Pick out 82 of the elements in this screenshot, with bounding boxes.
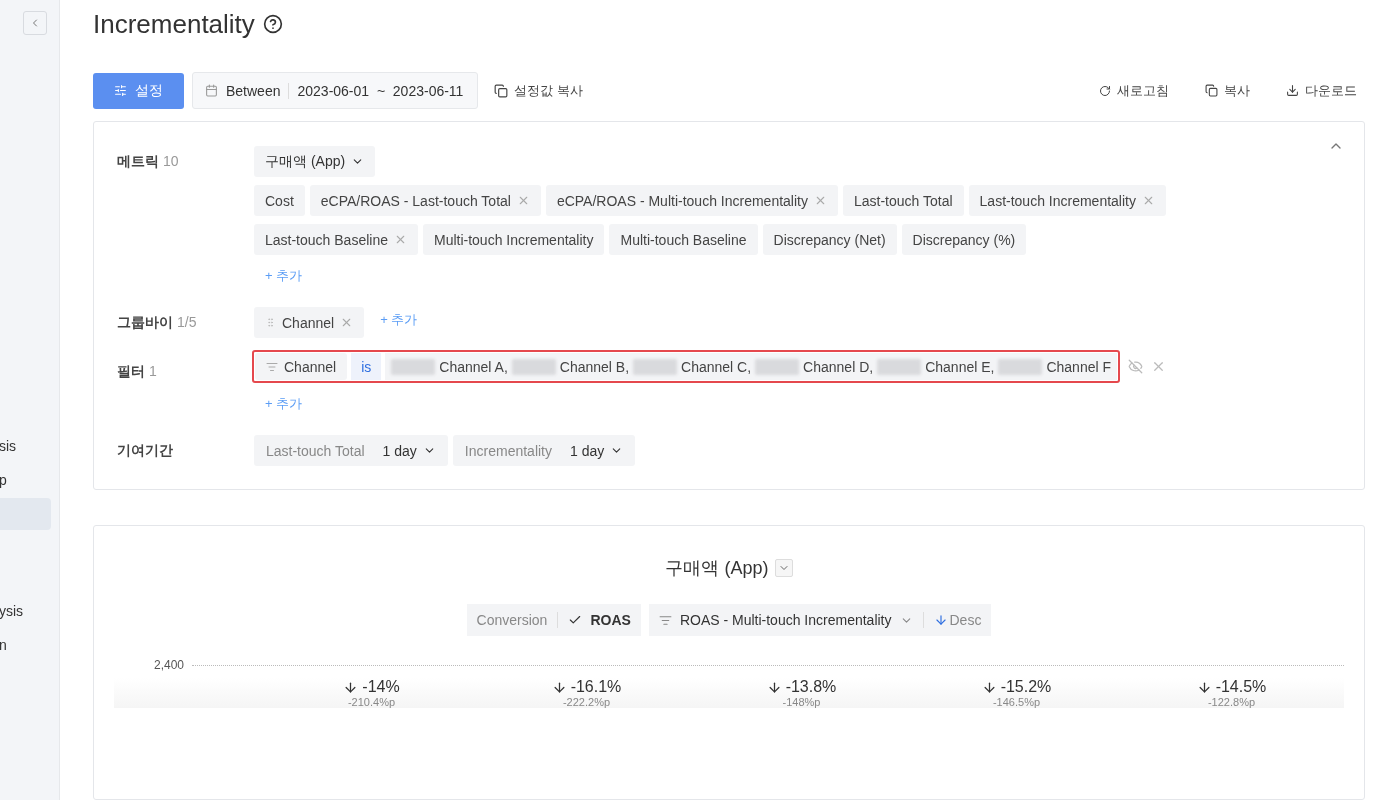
download-icon [1286, 84, 1299, 97]
filter-value: Channel D, [803, 358, 874, 375]
sliders-icon [114, 84, 127, 97]
row-label: 기여기간 [117, 442, 173, 460]
arrow-down-icon [343, 679, 359, 695]
sidebar-item[interactable]: sis [0, 430, 51, 462]
sidebar-item[interactable]: p [0, 464, 51, 496]
metric-chip[interactable]: Discrepancy (%) [901, 224, 1027, 255]
date-range: 2023-06-01 ~ 2023-06-11 [297, 82, 464, 99]
check-icon [568, 613, 583, 627]
metric-chip[interactable]: Multi-touch Baseline [609, 224, 758, 255]
window-dropdown[interactable]: Incrementality 1 day [452, 435, 636, 466]
chart-title: 구매액 (App) [665, 557, 769, 580]
page-title: Incrementality [93, 8, 255, 40]
redacted-block [633, 358, 678, 375]
mode-option[interactable]: ROAS [568, 612, 631, 628]
filter-icon [266, 360, 278, 373]
metric-chip[interactable]: eCPA/ROAS - Last-touch Total [309, 185, 541, 216]
date-range-field[interactable]: Between 2023-06-01 ~ 2023-06-11 [192, 72, 479, 109]
change-label: -14% [343, 678, 400, 696]
change-label: -13.8% [766, 678, 837, 696]
change-label: -14.5% [1196, 678, 1267, 696]
change-label: -15.2% [981, 678, 1052, 696]
redacted-block [755, 358, 800, 375]
y-tick-label: 2,400 [152, 658, 184, 672]
metric-chip[interactable]: eCPA/ROAS - Multi-touch Incrementality [545, 185, 838, 216]
sort-dropdown[interactable]: ROAS - Multi-touch Incrementality [658, 612, 913, 628]
sidebar-item[interactable]: n [0, 629, 51, 661]
filter-value: Channel E, [925, 358, 995, 375]
chart-dropdown[interactable] [774, 559, 793, 577]
date-operator: Between [226, 82, 281, 99]
metric-chip[interactable]: Last-touch Total [842, 185, 964, 216]
filter-operator[interactable]: is [351, 353, 382, 380]
row-count: 10 [163, 153, 179, 169]
arrow-down-icon [766, 679, 782, 695]
diff-label: -122.8%p [1207, 696, 1256, 708]
sort-icon [658, 613, 672, 627]
calendar-icon [205, 84, 218, 97]
filter-value: Channel C, [681, 358, 752, 375]
arrow-down-icon [933, 613, 948, 627]
copy-icon [1205, 84, 1218, 97]
row-count: 1 [149, 363, 157, 379]
diff-label: -222.2%p [562, 696, 611, 708]
redacted-block [998, 358, 1043, 375]
row-label: 메트릭 [117, 153, 159, 171]
filter-field[interactable]: Channel [255, 353, 348, 380]
redacted-block [391, 358, 436, 375]
redacted-block [511, 358, 556, 375]
refresh-icon [1099, 84, 1111, 97]
row-count: 1/5 [177, 314, 197, 330]
filter-condition[interactable]: Channel is Channel A, Channel B, Channel C, Channel D, Channel E, Channel F [252, 350, 1121, 383]
download-button[interactable]: 다운로드 [1278, 81, 1365, 100]
arrow-down-icon [1196, 679, 1212, 695]
metric-chip[interactable]: Last-touch Baseline [254, 224, 418, 255]
filter-value: Channel F [1046, 358, 1112, 375]
diff-label: -210.4%p [347, 696, 396, 708]
row-label: 필터 [117, 363, 145, 381]
copy-button[interactable]: 복사 [1197, 81, 1258, 100]
filter-value: Channel A, [439, 358, 508, 375]
window-dropdown[interactable]: Last-touch Total 1 day [254, 435, 448, 466]
filter-value: Channel B, [559, 358, 630, 375]
drag-handle-icon[interactable] [265, 317, 276, 328]
filter-values[interactable]: Channel A, Channel B, Channel C, Channel D, Channel E, Channel F [385, 353, 1118, 380]
redacted-block [877, 358, 922, 375]
change-label: -16.1% [551, 678, 622, 696]
copy-icon [494, 83, 509, 98]
collapse-sidebar-button[interactable] [23, 11, 47, 35]
help-icon[interactable] [262, 14, 283, 34]
metric-chip[interactable]: Cost [254, 185, 305, 216]
diff-label: -148%p [782, 696, 821, 708]
metric-chip[interactable]: Last-touch Incrementality [968, 185, 1166, 216]
row-label: 그룹바이 [117, 314, 173, 332]
copy-settings-button[interactable]: 설정값 복사 [486, 81, 592, 100]
arrow-down-icon [981, 679, 997, 695]
diff-label: -146.5%p [992, 696, 1041, 708]
arrow-down-icon [551, 679, 567, 695]
metric-dropdown[interactable]: 구매액 (App) [254, 146, 376, 177]
metric-chip[interactable]: Multi-touch Incrementality [422, 224, 605, 255]
group-chip[interactable]: Channel [254, 307, 365, 338]
refresh-button[interactable]: 새로고침 [1091, 81, 1177, 100]
eye-off-icon[interactable] [1128, 359, 1144, 374]
metric-chip[interactable]: Discrepancy (Net) [762, 224, 897, 255]
